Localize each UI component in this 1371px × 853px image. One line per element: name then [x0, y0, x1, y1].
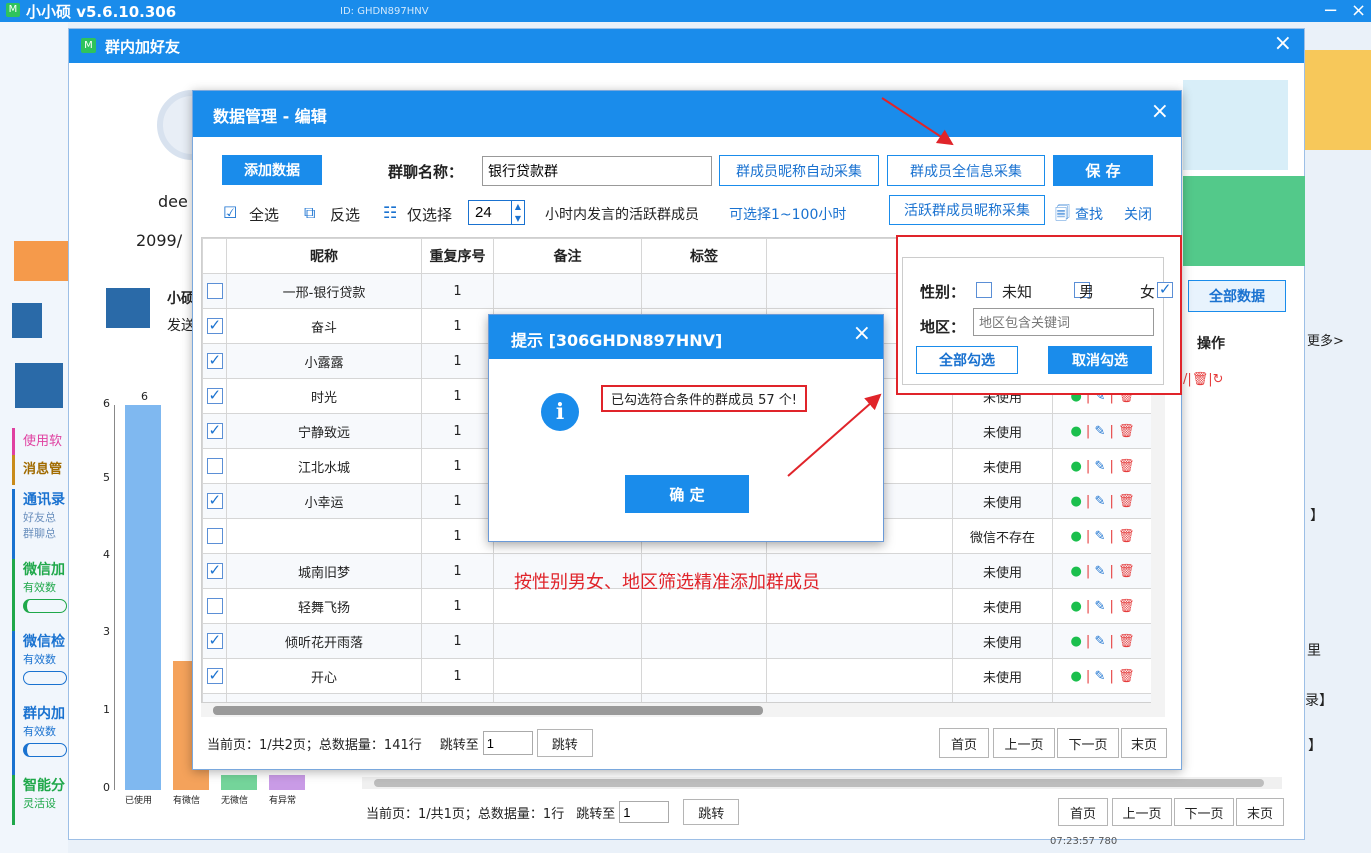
arrow-to-full-collect [881, 97, 954, 146]
annotation-arrows [787, 97, 954, 477]
arrow-to-filter [787, 393, 882, 477]
